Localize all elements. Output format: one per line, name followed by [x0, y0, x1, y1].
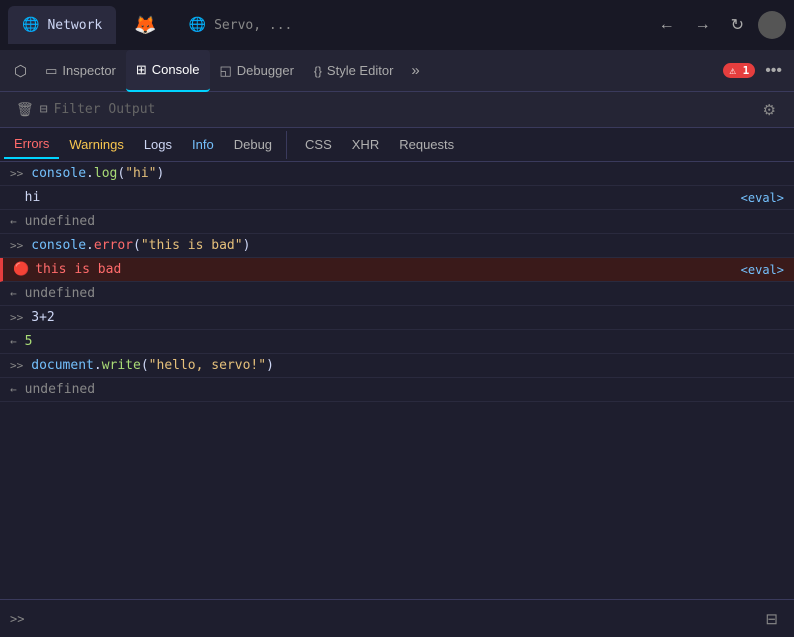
log-filter-bar: Errors Warnings Logs Info Debug CSS XHR … — [0, 128, 794, 162]
return-value-undefined-3: undefined — [25, 382, 95, 397]
sidebar-toggle-button[interactable]: ⊟ — [759, 608, 784, 630]
forward-button[interactable]: → — [689, 12, 717, 38]
filter-xhr-button[interactable]: XHR — [342, 131, 389, 159]
back-button[interactable]: ← — [653, 12, 681, 38]
filter-warnings-button[interactable]: Warnings — [59, 131, 133, 159]
console-label: Console — [152, 62, 200, 77]
input-chevron-icon: >> — [10, 167, 23, 180]
filter-bar: 🗑 ⊟ ⚙ — [0, 92, 794, 128]
console-entry-6[interactable]: >> 3+2 — [0, 306, 794, 330]
filter-css-button[interactable]: CSS — [295, 131, 342, 159]
console-entry-1[interactable]: < hi <eval> — [0, 186, 794, 210]
sidebar-toggle-icon: ⊟ — [765, 611, 778, 628]
return-arrow-icon-2: ← — [10, 287, 17, 300]
console-output: >> console.log("hi") < hi <eval> ← undef… — [0, 162, 794, 599]
input-chevron-icon-3: >> — [10, 311, 23, 324]
devtools-toolbar: ⬡ ▭ Inspector ⊞ Console ◱ Debugger {} St… — [0, 50, 794, 92]
tab-network-label: Network — [47, 18, 102, 33]
console-tab-icon: ⊞ — [136, 62, 147, 78]
return-value-undefined-2: undefined — [25, 286, 95, 301]
devtools-more-button[interactable]: ••• — [759, 58, 788, 84]
inspector-label: Inspector — [62, 63, 115, 78]
filter-input[interactable] — [54, 102, 755, 117]
tab-network[interactable]: 🌐 Network — [8, 6, 116, 44]
return-arrow-icon-3: ← — [10, 335, 17, 348]
pick-button[interactable]: ⬡ — [6, 58, 35, 84]
console-entry-5[interactable]: ← undefined — [0, 282, 794, 306]
refresh-button[interactable]: ↻ — [725, 11, 750, 39]
inspector-tab-icon: ▭ — [45, 63, 57, 79]
console-entry-0[interactable]: >> console.log("hi") — [0, 162, 794, 186]
filter-icon: ⊟ — [40, 102, 48, 117]
tab-bar: 🌐 Network 🦊 🌐 Servo, ... ← → ↻ — [0, 0, 794, 50]
tab-debugger[interactable]: ◱ Debugger — [210, 50, 304, 92]
return-arrow-icon-4: ← — [10, 383, 17, 396]
nav-buttons: ← → ↻ — [653, 11, 786, 39]
devtools-more-icon: ••• — [765, 62, 782, 79]
console-entry-8[interactable]: >> document.write("hello, servo!") — [0, 354, 794, 378]
code-snippet-docwrite: document.write("hello, servo!") — [31, 358, 274, 373]
style-editor-label: Style Editor — [327, 63, 393, 78]
tab-inspector[interactable]: ▭ Inspector — [35, 50, 126, 92]
filter-errors-button[interactable]: Errors — [4, 131, 59, 159]
avatar[interactable] — [758, 11, 786, 39]
debugger-label: Debugger — [237, 63, 294, 78]
tab-servo-label: Servo, ... — [214, 18, 292, 33]
debugger-tab-icon: ◱ — [220, 63, 232, 79]
firefox-icon: 🦊 — [134, 15, 156, 36]
more-tools-icon: » — [411, 62, 419, 79]
more-tools-button[interactable]: » — [403, 58, 427, 83]
log-filter-group1: Errors Warnings Logs Info Debug — [0, 131, 287, 159]
eval-link-1[interactable]: <eval> — [731, 191, 784, 205]
eval-link-2[interactable]: <eval> — [731, 263, 784, 277]
input-chevron-icon-2: >> — [10, 239, 23, 252]
filter-debug-button[interactable]: Debug — [224, 131, 282, 159]
trash-icon: 🗑 — [16, 101, 34, 117]
error-message: this is bad — [35, 262, 730, 277]
output-value: hi — [25, 190, 731, 205]
filter-info-button[interactable]: Info — [182, 131, 224, 159]
network-tab-icon: 🌐 — [22, 17, 39, 33]
filter-logs-button[interactable]: Logs — [134, 131, 182, 159]
console-prompt: >> — [10, 612, 24, 626]
code-snippet-error: console.error("this is bad") — [31, 238, 250, 253]
console-entry-2[interactable]: ← undefined — [0, 210, 794, 234]
tab-console[interactable]: ⊞ Console — [126, 50, 210, 92]
settings-button[interactable]: ⚙ — [755, 99, 784, 121]
filter-requests-button[interactable]: Requests — [389, 131, 464, 159]
code-snippet-math: 3+2 — [31, 310, 54, 325]
input-chevron-icon-4: >> — [10, 359, 23, 372]
return-value-undefined: undefined — [25, 214, 95, 229]
error-count-badge: ⚠ 1 — [723, 63, 755, 78]
return-arrow-icon: ← — [10, 215, 17, 228]
console-input-bar: >> ⊟ — [0, 599, 794, 637]
tab-servo[interactable]: 🌐 Servo, ... — [175, 6, 307, 44]
error-circle-icon: 🔴 — [13, 262, 29, 277]
console-input-field[interactable] — [32, 611, 759, 626]
pick-icon: ⬡ — [14, 62, 27, 80]
log-filter-group2: CSS XHR Requests — [287, 131, 472, 159]
console-entry-7[interactable]: ← 5 — [0, 330, 794, 354]
code-snippet: console.log("hi") — [31, 166, 164, 181]
tab-style-editor[interactable]: {} Style Editor — [304, 50, 404, 92]
tab-firefox[interactable]: 🦊 — [120, 6, 170, 44]
gear-icon: ⚙ — [763, 102, 776, 119]
console-entry-9[interactable]: ← undefined — [0, 378, 794, 402]
console-entry-error[interactable]: 🔴 this is bad <eval> — [0, 258, 794, 282]
console-entry-3[interactable]: >> console.error("this is bad") — [0, 234, 794, 258]
return-number: 5 — [25, 334, 33, 349]
clear-output-button[interactable]: 🗑 — [10, 99, 40, 120]
servo-tab-icon: 🌐 — [189, 17, 206, 33]
style-editor-tab-icon: {} — [314, 64, 322, 78]
